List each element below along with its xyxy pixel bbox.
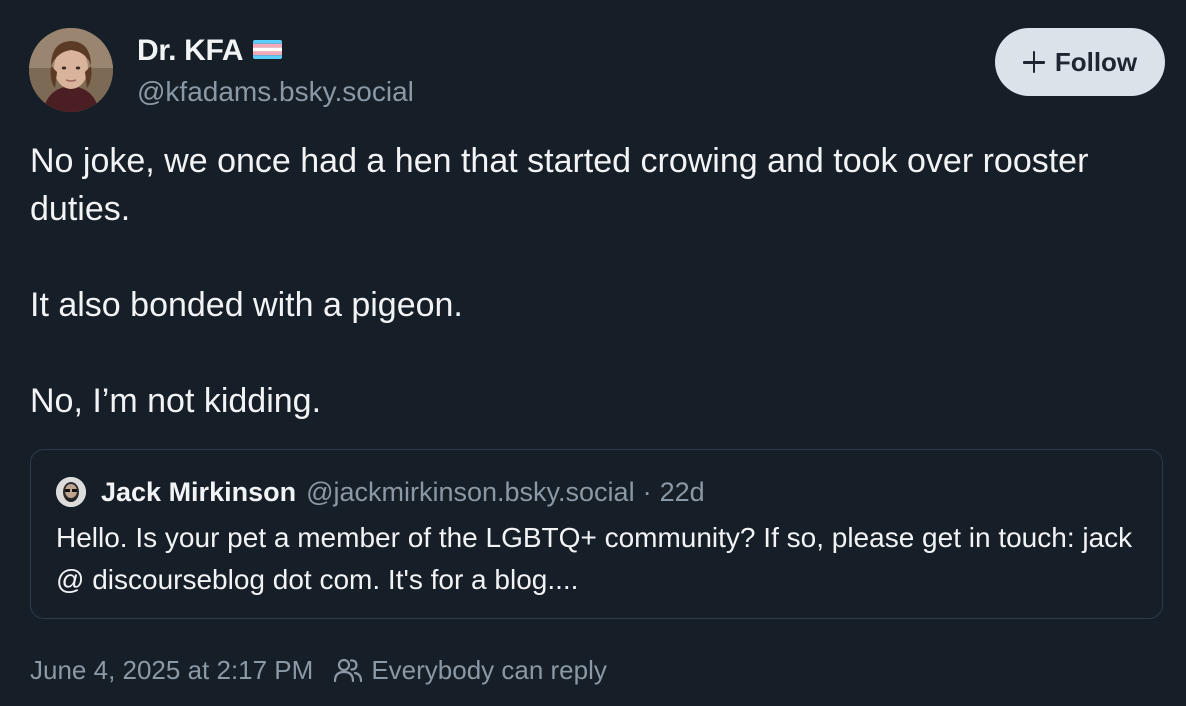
author-name-row: Dr. KFA	[137, 31, 283, 71]
post-paragraph: No joke, we once had a hen that started …	[30, 142, 1089, 228]
post-paragraph: No, I’m not kidding.	[30, 382, 322, 420]
author-display-name[interactable]: Dr. KFA	[137, 34, 244, 68]
post-paragraph: It also bonded with a pigeon.	[30, 286, 463, 324]
post-timestamp: June 4, 2025 at 2:17 PM	[30, 654, 314, 685]
post-meta-row: June 4, 2025 at 2:17 PM Everybody can re…	[30, 650, 607, 690]
transgender-flag-icon	[253, 39, 283, 59]
quoted-author-avatar[interactable]	[56, 477, 86, 507]
quoted-post-age[interactable]: 22d	[660, 477, 705, 508]
post-thread-item: Dr. KFA @kfadams.bsky.social Follow No j…	[0, 0, 1186, 706]
reply-setting[interactable]: Everybody can reply	[371, 655, 607, 686]
quoted-author-avatar-image	[56, 477, 86, 507]
author-avatar[interactable]	[29, 28, 113, 112]
author-handle[interactable]: @kfadams.bsky.social	[137, 76, 414, 108]
quoted-post-text: Hello. Is your pet a member of the LGBTQ…	[56, 522, 1133, 595]
quoted-post-header: Jack Mirkinson @jackmirkinson.bsky.socia…	[56, 474, 705, 510]
follow-button-label: Follow	[1054, 46, 1138, 77]
quoted-post-card[interactable]: Jack Mirkinson @jackmirkinson.bsky.socia…	[30, 449, 1163, 619]
follow-button[interactable]: Follow	[995, 28, 1165, 96]
separator-dot: ·	[642, 476, 652, 507]
author-avatar-image	[29, 28, 113, 112]
post-body: No joke, we once had a hen that started …	[30, 137, 1150, 425]
quoted-author-name[interactable]: Jack Mirkinson	[101, 477, 296, 508]
quoted-author-handle[interactable]: @jackmirkinson.bsky.social	[306, 477, 635, 508]
plus-icon	[1022, 51, 1045, 73]
people-icon	[334, 658, 363, 683]
